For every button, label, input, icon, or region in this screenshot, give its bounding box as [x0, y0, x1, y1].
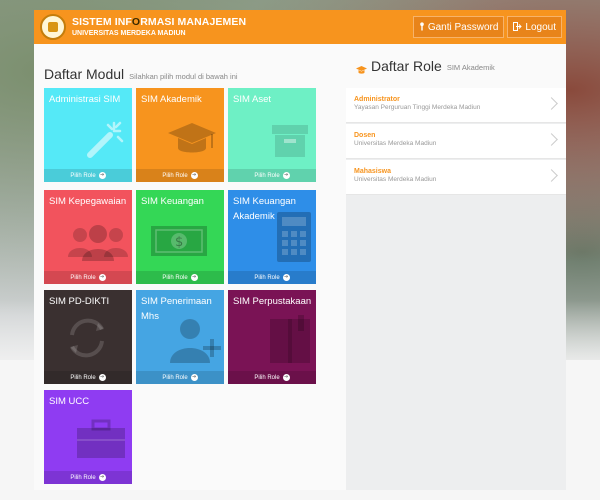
university-name: UNIVERSITAS MERDEKA MADIUN: [72, 29, 186, 37]
module-tile-label: Administrasi SIM: [49, 94, 121, 105]
arrow-right-icon: ➔: [190, 172, 198, 179]
role-panel: Daftar Role SIM Akademik Administrator Y…: [346, 44, 566, 490]
select-role-label: Pilih Role: [254, 274, 280, 281]
module-panel-title: Daftar Modul: [44, 66, 125, 82]
select-role-link[interactable]: Pilih Role ➔: [136, 371, 224, 384]
magic-wand-icon: [86, 119, 126, 164]
module-tile-sim-akademik[interactable]: SIM Akademik Pilih Role ➔: [136, 88, 224, 182]
select-role-link[interactable]: Pilih Role ➔: [136, 169, 224, 182]
module-tile-label: SIM Perpustakaan: [233, 296, 312, 307]
select-role-link[interactable]: Pilih Role ➔: [228, 371, 316, 384]
arrow-right-icon: ➔: [98, 274, 106, 281]
select-role-link[interactable]: Pilih Role ➔: [228, 271, 316, 284]
book-icon: [268, 315, 314, 370]
module-tile-label: SIM PD-DIKTI: [49, 296, 110, 307]
arrow-right-icon: ➔: [98, 474, 106, 481]
university-logo-icon: [40, 14, 66, 40]
module-tile-label: SIM Keuangan: [141, 196, 204, 207]
module-tile-sim-penerimaan-mhs[interactable]: SIM Penerimaan Mhs Pilih Role ➔: [136, 290, 224, 384]
role-panel-title: Daftar Role: [371, 58, 442, 74]
module-panel: Daftar Modul Silahkan pilih modul di baw…: [34, 44, 334, 490]
app-title-part1: SISTEM INF: [72, 16, 132, 29]
select-role-link[interactable]: Pilih Role ➔: [228, 169, 316, 182]
module-tile-sim-perpustakaan[interactable]: SIM Perpustakaan Pilih Role ➔: [228, 290, 316, 384]
graduation-cap-icon: [166, 119, 218, 164]
arrow-right-icon: ➔: [98, 172, 106, 179]
graduation-cap-icon: [356, 62, 367, 74]
select-role-link[interactable]: Pilih Role ➔: [44, 169, 132, 182]
arrow-right-icon: ➔: [282, 172, 290, 179]
change-password-button[interactable]: Ganti Password: [412, 16, 505, 38]
arrow-right-icon: ➔: [190, 374, 198, 381]
module-tile-sim-keuangan[interactable]: SIM Keuangan $ Pilih Role ➔: [136, 190, 224, 284]
svg-text:$: $: [175, 235, 183, 250]
briefcase-icon: [76, 419, 126, 464]
module-tile-sim-keuangan-akademik[interactable]: SIM Keuangan Akademik Pilih Role ➔: [228, 190, 316, 284]
role-panel-subtitle: SIM Akademik: [446, 63, 495, 72]
arrow-right-icon: ➔: [98, 374, 106, 381]
arrow-right-icon: ➔: [282, 274, 290, 281]
select-role-label: Pilih Role: [162, 374, 188, 381]
select-role-label: Pilih Role: [70, 274, 96, 281]
module-tile-label: SIM Kepegawaian: [49, 196, 127, 207]
module-tile-label: SIM Aset: [233, 94, 272, 105]
role-item-administrator[interactable]: Administrator Yayasan Perguruan Tinggi M…: [346, 88, 566, 123]
select-role-link[interactable]: Pilih Role ➔: [44, 371, 132, 384]
change-password-label: Ganti Password: [427, 21, 499, 33]
arrow-right-icon: ➔: [190, 274, 198, 281]
select-role-label: Pilih Role: [70, 474, 96, 481]
key-icon: [419, 21, 425, 33]
role-item-mahasiswa[interactable]: Mahasiswa Universitas Merdeka Madiun: [346, 160, 566, 195]
module-tile-sim-kepegawaian[interactable]: SIM Kepegawaian Pilih Role ➔: [44, 190, 132, 284]
money-icon: $: [150, 225, 208, 262]
select-role-link[interactable]: Pilih Role ➔: [44, 471, 132, 484]
app-title-part2: RMASI MANAJEMEN: [140, 16, 247, 29]
module-tile-sim-aset[interactable]: SIM Aset Pilih Role ➔: [228, 88, 316, 182]
role-name: Mahasiswa: [354, 168, 391, 175]
logout-button[interactable]: Logout: [507, 16, 562, 38]
role-name: Dosen: [354, 132, 376, 139]
select-role-link[interactable]: Pilih Role ➔: [136, 271, 224, 284]
refresh-icon: [62, 313, 112, 368]
select-role-label: Pilih Role: [162, 274, 188, 281]
select-role-label: Pilih Role: [162, 172, 188, 179]
logout-label: Logout: [525, 21, 556, 33]
module-tile-label: SIM Akademik: [141, 94, 202, 105]
role-name: Administrator: [354, 96, 400, 103]
app-title-accent: O: [131, 16, 141, 29]
top-navbar: SISTEM INFORMASI MANAJEMEN UNIVERSITAS M…: [34, 10, 566, 44]
role-item-dosen[interactable]: Dosen Universitas Merdeka Madiun: [346, 124, 566, 159]
archive-box-icon: [270, 123, 310, 164]
select-role-link[interactable]: Pilih Role ➔: [44, 271, 132, 284]
module-tile-sim-pd-dikti[interactable]: SIM PD-DIKTI Pilih Role ➔: [44, 290, 132, 384]
module-tile-sim-ucc[interactable]: SIM UCC Pilih Role ➔: [44, 390, 132, 484]
calculator-icon: [276, 211, 312, 268]
arrow-right-icon: ➔: [282, 374, 290, 381]
users-icon: [68, 223, 128, 266]
module-panel-subtitle: Silahkan pilih modul di bawah ini: [129, 72, 238, 81]
add-user-icon: [168, 317, 222, 368]
select-role-label: Pilih Role: [70, 374, 96, 381]
role-organization: Yayasan Perguruan Tinggi Merdeka Madiun: [354, 104, 481, 111]
select-role-label: Pilih Role: [254, 172, 280, 179]
role-organization: Universitas Merdeka Madiun: [354, 140, 437, 147]
select-role-label: Pilih Role: [70, 172, 96, 179]
module-tile-label: SIM UCC: [49, 396, 90, 407]
logout-icon: [513, 21, 523, 33]
role-organization: Universitas Merdeka Madiun: [354, 176, 437, 183]
app-title: SISTEM INFORMASI MANAJEMEN: [72, 17, 246, 28]
module-tile-administrasi-sim[interactable]: Administrasi SIM Pilih Role ➔: [44, 88, 132, 182]
brand[interactable]: SISTEM INFORMASI MANAJEMEN UNIVERSITAS M…: [40, 14, 246, 40]
app-window: SISTEM INFORMASI MANAJEMEN UNIVERSITAS M…: [34, 10, 566, 490]
select-role-label: Pilih Role: [254, 374, 280, 381]
